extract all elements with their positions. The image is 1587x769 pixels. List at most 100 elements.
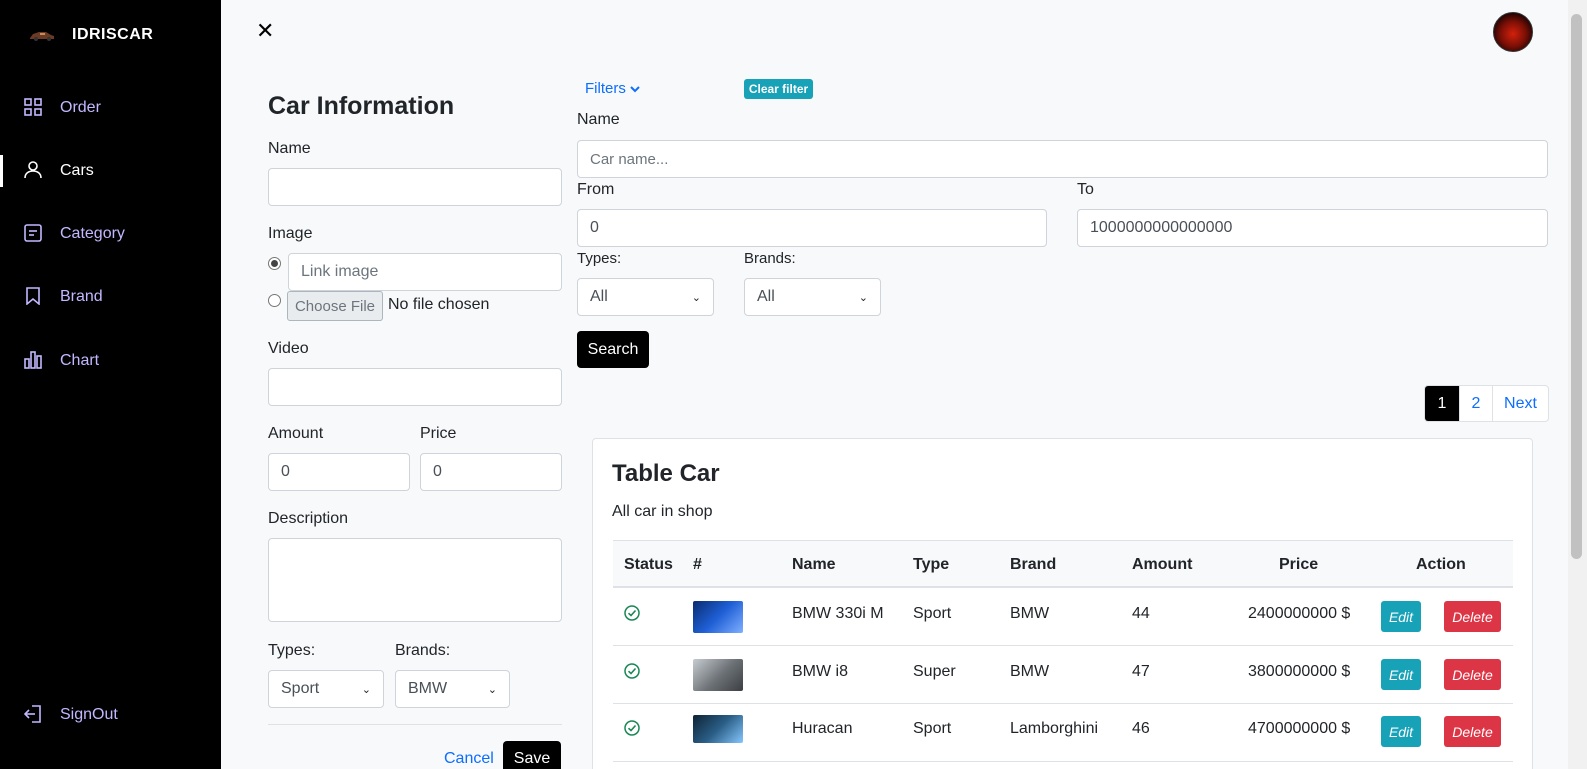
page-2-button[interactable]: 2	[1459, 386, 1492, 421]
filters-toggle[interactable]: Filters	[585, 80, 640, 97]
column-header: Type	[913, 556, 950, 573]
sidebar-item-brand[interactable]: Brand	[0, 277, 221, 317]
clear-filter-button[interactable]: Clear filter	[744, 79, 813, 99]
form-title: Car Information	[268, 92, 455, 120]
car-price: 2400000000 $	[1248, 605, 1351, 622]
car-type: Sport	[913, 720, 952, 737]
check-circle-icon	[624, 663, 640, 679]
to-price-input[interactable]: 1000000000000000	[1077, 209, 1548, 247]
table-subtitle: All car in shop	[612, 503, 713, 520]
car-brand: Lamborghini	[1010, 720, 1099, 737]
chevron-down-icon: ⌄	[487, 683, 497, 696]
car-name: BMW i8	[792, 663, 848, 680]
column-header: Name	[792, 556, 836, 573]
car-price: 3800000000 $	[1248, 663, 1351, 680]
save-button[interactable]: Save	[503, 741, 561, 769]
bookmark-icon	[24, 287, 44, 307]
car-logo-icon	[30, 32, 54, 41]
filters-label: Filters	[585, 80, 626, 97]
form-types-value: Sport	[281, 680, 320, 697]
chevron-down-icon: ⌄	[858, 291, 868, 304]
edit-button[interactable]: Edit	[1381, 659, 1421, 690]
image-link-input[interactable]: Link image	[288, 253, 562, 291]
amount-field[interactable]: 0	[268, 453, 410, 491]
delete-button[interactable]: Delete	[1444, 659, 1501, 690]
chevron-down-icon: ⌄	[361, 683, 371, 696]
amount-label: Amount	[268, 425, 324, 442]
description-label: Description	[268, 510, 349, 527]
sidebar-item-chart[interactable]: Chart	[0, 341, 221, 381]
from-label: From	[577, 181, 615, 198]
app-name: IDRISCAR	[72, 26, 154, 43]
document-icon	[24, 224, 44, 244]
avatar[interactable]	[1493, 12, 1533, 52]
car-thumbnail	[693, 601, 743, 633]
search-button[interactable]: Search	[577, 331, 649, 368]
filter-brands-select[interactable]: All ⌄	[744, 278, 881, 316]
column-header: Status	[624, 556, 673, 573]
table-row: BMW 330i M Sport BMW 44 2400000000 $ Edi…	[613, 588, 1513, 646]
check-circle-icon	[624, 720, 640, 736]
filter-types-select[interactable]: All ⌄	[577, 278, 714, 316]
sidebar-item-category[interactable]: Category	[0, 214, 221, 254]
video-label: Video	[268, 340, 309, 357]
sidebar-item-label: Brand	[60, 288, 103, 305]
edit-button[interactable]: Edit	[1381, 716, 1421, 747]
signout-button[interactable]: SignOut	[0, 695, 221, 735]
car-type: Super	[913, 663, 956, 680]
sidebar-item-cars[interactable]: Cars	[0, 151, 221, 191]
column-header: Amount	[1132, 556, 1193, 573]
delete-button[interactable]: Delete	[1444, 601, 1501, 632]
car-brand: BMW	[1010, 605, 1050, 622]
choose-file-button[interactable]: Choose File	[287, 291, 383, 321]
signout-icon	[24, 705, 44, 725]
next-page-button[interactable]: Next	[1492, 386, 1548, 421]
filter-types-label: Types:	[577, 250, 622, 267]
filter-brands-value: All	[757, 288, 775, 305]
car-amount: 44	[1132, 605, 1150, 622]
car-brand: BMW	[1010, 663, 1050, 680]
chevron-down-icon: ⌄	[691, 291, 701, 304]
name-field[interactable]	[268, 168, 562, 206]
bar-chart-icon	[24, 351, 44, 371]
form-brands-value: BMW	[408, 680, 448, 697]
column-header: #	[693, 556, 702, 573]
description-textarea[interactable]	[268, 538, 562, 622]
name-label: Name	[268, 140, 311, 157]
table-title: Table Car	[612, 460, 720, 487]
cancel-button[interactable]: Cancel	[444, 750, 494, 768]
form-types-select[interactable]: Sport ⌄	[268, 670, 384, 708]
delete-button[interactable]: Delete	[1444, 716, 1501, 747]
edit-button[interactable]: Edit	[1381, 601, 1421, 632]
video-field[interactable]	[268, 368, 562, 406]
from-price-input[interactable]: 0	[577, 209, 1047, 247]
car-price: 4700000000 $	[1248, 720, 1351, 737]
form-brands-select[interactable]: BMW ⌄	[395, 670, 510, 708]
column-header: Action	[1416, 556, 1466, 573]
image-label: Image	[268, 225, 313, 242]
filter-brands-label: Brands:	[744, 250, 796, 267]
page-1-button[interactable]: 1	[1425, 386, 1459, 421]
brand[interactable]: IDRISCAR	[28, 26, 153, 44]
scrollbar-thumb[interactable]	[1571, 14, 1582, 559]
car-type: Sport	[913, 605, 952, 622]
check-circle-icon	[624, 605, 640, 621]
sidebar-item-label: Cars	[60, 162, 94, 179]
form-brands-label: Brands:	[395, 642, 451, 659]
chevron-down-icon	[630, 85, 640, 92]
close-icon[interactable]: ✕	[256, 18, 274, 44]
image-file-radio[interactable]	[268, 294, 281, 307]
car-name: BMW 330i M	[792, 605, 884, 622]
sidebar-item-order[interactable]: Order	[0, 88, 221, 128]
table-row: Huracan Sport Lamborghini 46 4700000000 …	[613, 704, 1513, 762]
price-field[interactable]: 0	[420, 453, 562, 491]
car-amount: 46	[1132, 720, 1150, 737]
table-header: Status # Name Type Brand Amount Price Ac…	[613, 540, 1513, 588]
column-header: Brand	[1010, 556, 1057, 573]
grid-icon	[24, 98, 44, 118]
signout-label: SignOut	[60, 706, 118, 723]
car-thumbnail	[693, 659, 743, 691]
image-link-radio[interactable]	[268, 257, 281, 270]
filter-types-value: All	[590, 288, 608, 305]
car-name-search-input[interactable]: Car name...	[577, 140, 1548, 178]
